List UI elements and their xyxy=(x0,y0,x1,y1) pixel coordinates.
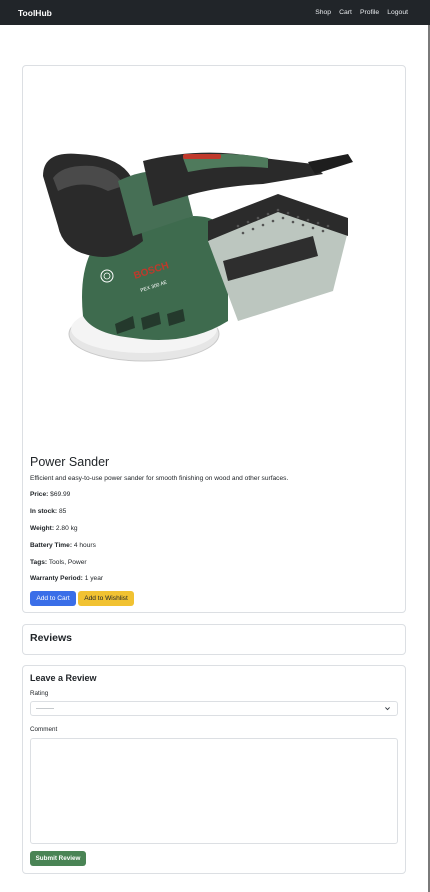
rating-label: Rating xyxy=(30,690,49,697)
reviews-title: Reviews xyxy=(30,632,73,644)
warranty-value: 1 year xyxy=(84,575,104,582)
power-sander-illustration: BOSCH PEX 300 AE xyxy=(43,152,353,362)
product-card: BOSCH PEX 300 AE Power Sander Efficient … xyxy=(22,65,406,613)
nav-profile-link[interactable]: Profile xyxy=(360,9,379,16)
nav-logout-link[interactable]: Logout xyxy=(387,9,408,16)
nav-shop-link[interactable]: Shop xyxy=(315,9,331,16)
reviews-card: Reviews xyxy=(22,624,406,655)
chevron-down-icon xyxy=(385,707,390,711)
nav-links: Shop Cart Profile Logout xyxy=(315,9,408,16)
battery-label: Battery Time: xyxy=(30,542,73,549)
weight-attribute: Weight: 2.80 kg xyxy=(30,525,78,532)
product-image: BOSCH PEX 300 AE xyxy=(23,66,405,451)
submit-review-button[interactable]: Submit Review xyxy=(30,851,86,866)
brand-link[interactable]: ToolHub xyxy=(18,8,52,18)
nav-cart-link[interactable]: Cart xyxy=(339,9,352,16)
price-value: $69.99 xyxy=(50,491,71,498)
comment-label: Comment xyxy=(30,726,58,733)
tags-value: Tools, Power xyxy=(48,559,87,566)
rating-select[interactable]: --------- xyxy=(30,701,398,716)
battery-attribute: Battery Time: 4 hours xyxy=(30,542,96,549)
stock-label: In stock: xyxy=(30,508,58,515)
add-to-wishlist-button[interactable]: Add to Wishlist xyxy=(78,591,134,606)
stock-value: 85 xyxy=(58,508,67,515)
product-title: Power Sander xyxy=(30,455,110,469)
product-description: Efficient and easy-to-use power sander f… xyxy=(30,475,289,482)
tags-attribute: Tags: Tools, Power xyxy=(30,559,87,566)
add-to-cart-button[interactable]: Add to Cart xyxy=(30,591,76,606)
warranty-label: Warranty Period: xyxy=(30,575,83,582)
review-form-card: Leave a Review Rating --------- Comment … xyxy=(22,665,406,874)
top-navbar: ToolHub Shop Cart Profile Logout xyxy=(0,0,430,25)
battery-value: 4 hours xyxy=(73,542,96,549)
tags-label: Tags: xyxy=(30,559,48,566)
weight-value: 2.80 kg xyxy=(55,525,78,532)
price-label: Price: xyxy=(30,491,49,498)
comment-textarea[interactable] xyxy=(30,738,398,844)
price-attribute: Price: $69.99 xyxy=(30,491,70,498)
stock-attribute: In stock: 85 xyxy=(30,508,66,515)
review-form-title: Leave a Review xyxy=(30,673,97,683)
warranty-attribute: Warranty Period: 1 year xyxy=(30,575,103,582)
rating-selected-value: --------- xyxy=(36,705,54,712)
weight-label: Weight: xyxy=(30,525,55,532)
